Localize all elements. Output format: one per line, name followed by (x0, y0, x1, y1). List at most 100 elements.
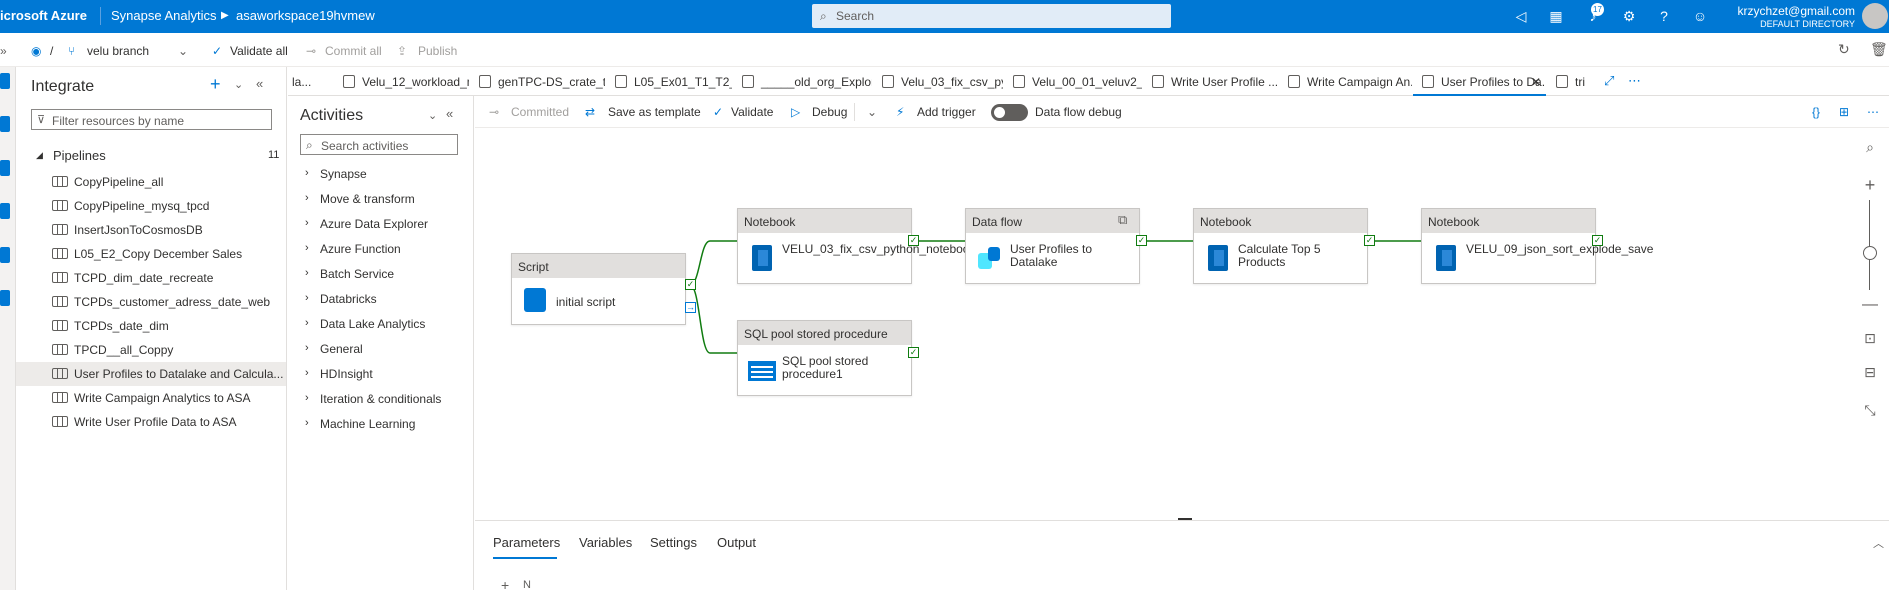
success-output-icon[interactable]: ✓ (685, 279, 696, 290)
chevron-down-icon[interactable]: ⌄ (178, 44, 188, 58)
chevron-down-icon[interactable]: ⌄ (867, 105, 877, 119)
activity-category[interactable]: HDInsight (320, 367, 373, 381)
validate-button[interactable]: Validate (731, 105, 773, 119)
zoom-out-icon[interactable]: — (1860, 296, 1880, 316)
new-parameter-button[interactable]: N (523, 579, 531, 591)
validate-all-button[interactable]: Validate all (230, 44, 288, 58)
editor-tab[interactable]: Velu_12_workload_m... (334, 67, 469, 96)
activity-category[interactable]: Move & transform (320, 192, 415, 206)
pipeline-item[interactable]: TCPDs_date_dim (74, 319, 169, 333)
notebook-activity[interactable]: Notebook VELU_09_json_sort_explode_save (1421, 208, 1653, 284)
monitor-icon[interactable] (0, 247, 10, 263)
commit-all-button[interactable]: Commit all (325, 44, 382, 58)
tab-parameters[interactable]: Parameters (493, 535, 560, 550)
feedback-icon[interactable]: ☺ (1690, 6, 1710, 26)
activity-category[interactable]: Iteration & conditionals (320, 392, 441, 406)
pipelines-section[interactable]: Pipelines (53, 148, 106, 163)
activities-search-input[interactable]: ⌕ Search activities (300, 134, 458, 155)
chevron-right-icon[interactable]: › (305, 267, 309, 279)
chevron-right-icon[interactable]: › (305, 392, 309, 404)
activity-category[interactable]: Databricks (320, 292, 377, 306)
chevron-right-icon[interactable]: › (305, 367, 309, 379)
pipeline-item[interactable]: TCPDs_customer_adress_date_web (74, 295, 270, 309)
editor-tab[interactable]: Write Campaign An... (1279, 67, 1412, 96)
zoom-slider-thumb[interactable] (1863, 246, 1877, 260)
editor-tab[interactable]: Velu_00_01_veluv2_cr... (1004, 67, 1142, 96)
activity-category[interactable]: Data Lake Analytics (320, 317, 425, 331)
develop-icon[interactable] (0, 160, 10, 176)
success-output-icon[interactable]: ✓ (1592, 235, 1603, 246)
editor-tab[interactable]: Write User Profile ... (1143, 67, 1278, 96)
chevron-right-icon[interactable]: › (305, 292, 309, 304)
activity-category[interactable]: Batch Service (320, 267, 394, 281)
fit-screen-icon[interactable]: ⊡ (1860, 330, 1880, 350)
pipeline-item[interactable]: InsertJsonToCosmosDB (74, 223, 203, 237)
notebook-activity[interactable]: Notebook VELU_03_fix_csv_python_notebook (737, 208, 975, 284)
zoom-slider-track[interactable] (1869, 200, 1870, 290)
discard-icon[interactable]: 🗑 (1870, 41, 1888, 58)
home-icon[interactable] (0, 73, 10, 89)
expand-icon[interactable]: » (0, 44, 7, 58)
branch-select[interactable]: velu branch (87, 44, 149, 58)
search-icon[interactable]: ⌕ (1860, 139, 1880, 159)
collapse-panel-icon[interactable]: « (256, 76, 263, 91)
code-icon[interactable]: {} (1812, 105, 1820, 119)
data-flow-debug-toggle[interactable] (991, 104, 1028, 121)
global-search-input[interactable]: ⌕ Search (812, 4, 1171, 28)
pipeline-item[interactable]: L05_E2_Copy December Sales (74, 247, 242, 261)
script-activity[interactable]: Script initial script (511, 253, 686, 325)
activity-category[interactable]: Azure Function (320, 242, 401, 256)
collapse-icon[interactable]: ⤡ (1860, 402, 1880, 422)
editor-tab[interactable]: tri (1547, 67, 1597, 96)
success-output-icon[interactable]: ✓ (1136, 235, 1147, 246)
tab-output[interactable]: Output (717, 535, 756, 550)
megaphone-icon[interactable]: ◁ (1511, 6, 1531, 26)
editor-tab[interactable]: User Profiles to Da... ✕ (1413, 67, 1546, 96)
zoom-in-icon[interactable]: + (1860, 175, 1880, 195)
save-as-template-button[interactable]: Save as template (608, 105, 701, 119)
editor-tab[interactable]: Velu_03_fix_csv_pyth... (873, 67, 1003, 96)
add-trigger-button[interactable]: Add trigger (917, 105, 976, 119)
chevron-right-icon[interactable]: › (305, 192, 309, 204)
success-output-icon[interactable]: ✓ (908, 235, 919, 246)
editor-tab[interactable]: la... (288, 67, 333, 96)
data-icon[interactable] (0, 116, 10, 132)
editor-tab[interactable]: genTPC-DS_crate_ta... (470, 67, 605, 96)
more-icon[interactable]: ⋯ (1628, 73, 1641, 89)
gear-icon[interactable]: ⚙ (1619, 6, 1639, 26)
auto-align-icon[interactable]: ⊟ (1860, 364, 1880, 384)
pipeline-item[interactable]: TCPD_dim_date_recreate (74, 271, 213, 285)
success-output-icon[interactable]: ✓ (1364, 235, 1375, 246)
open-external-icon[interactable]: ⧉ (1118, 212, 1127, 228)
user-email[interactable]: krzychzet@gmail.com (1720, 4, 1855, 18)
directory-icon[interactable]: ▦ (1546, 6, 1566, 26)
pipeline-item[interactable]: Write Campaign Analytics to ASA (74, 391, 251, 405)
chevron-right-icon[interactable]: › (305, 342, 309, 354)
chevron-right-icon[interactable]: › (305, 417, 309, 429)
data-flow-activity[interactable]: Data flow ⧉ User Profiles to Datalake (965, 208, 1140, 284)
avatar[interactable] (1862, 3, 1888, 29)
chevron-right-icon[interactable]: › (305, 167, 309, 179)
notebook-activity[interactable]: Notebook Calculate Top 5 Products (1193, 208, 1368, 284)
refresh-icon[interactable]: ↻ (1838, 41, 1850, 58)
activity-category[interactable]: Synapse (320, 167, 367, 181)
chevron-right-icon[interactable]: › (305, 242, 309, 254)
collapse-panel-icon[interactable]: « (446, 106, 453, 121)
pipeline-item[interactable]: TPCD__all_Coppy (74, 343, 173, 357)
properties-icon[interactable]: ⊞ (1839, 105, 1849, 119)
tab-variables[interactable]: Variables (579, 535, 632, 550)
integrate-icon[interactable] (0, 203, 10, 219)
pipeline-item[interactable]: CopyPipeline_all (74, 175, 163, 189)
completion-output-icon[interactable]: → (685, 302, 696, 313)
collapse-all-icon[interactable]: ⌄ (428, 109, 437, 122)
workspace-label[interactable]: asaworkspace19hvmew (236, 8, 375, 23)
filter-input[interactable]: ⊽ Filter resources by name (31, 109, 272, 130)
success-output-icon[interactable]: ✓ (908, 347, 919, 358)
sql-pool-sp-activity[interactable]: SQL pool stored procedure SQL pool store… (737, 320, 912, 396)
service-label[interactable]: Synapse Analytics (111, 8, 217, 23)
activity-category[interactable]: Azure Data Explorer (320, 217, 428, 231)
editor-tab[interactable]: _____old_org_Explor... (733, 67, 872, 96)
pipeline-canvas[interactable]: Script initial script ✓ → Notebook VELU_… (475, 128, 1889, 520)
close-icon[interactable]: ✕ (1531, 75, 1541, 89)
manage-icon[interactable] (0, 290, 10, 306)
